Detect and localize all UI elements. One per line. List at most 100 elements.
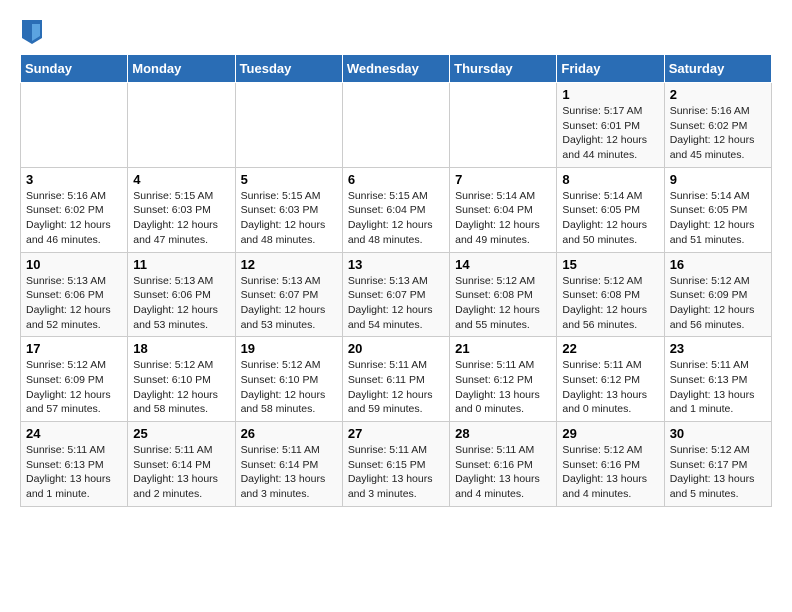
day-number: 2 xyxy=(670,87,766,102)
day-number: 21 xyxy=(455,341,551,356)
day-number: 27 xyxy=(348,426,444,441)
calendar-cell: 3 Sunrise: 5:16 AM Sunset: 6:02 PM Daylig… xyxy=(21,167,128,252)
calendar-header-monday: Monday xyxy=(128,55,235,83)
day-number: 8 xyxy=(562,172,658,187)
calendar-cell: 9 Sunrise: 5:14 AM Sunset: 6:05 PM Daylig… xyxy=(664,167,771,252)
day-info: Sunrise: 5:13 AM Sunset: 6:07 PM Dayligh… xyxy=(241,274,337,333)
calendar-header-row: SundayMondayTuesdayWednesdayThursdayFrid… xyxy=(21,55,772,83)
day-number: 5 xyxy=(241,172,337,187)
calendar-cell xyxy=(21,83,128,168)
day-info: Sunrise: 5:14 AM Sunset: 6:05 PM Dayligh… xyxy=(670,189,766,248)
calendar-cell: 30 Sunrise: 5:12 AM Sunset: 6:17 PM Dayli… xyxy=(664,422,771,507)
calendar-cell: 20 Sunrise: 5:11 AM Sunset: 6:11 PM Dayli… xyxy=(342,337,449,422)
calendar-header-tuesday: Tuesday xyxy=(235,55,342,83)
day-info: Sunrise: 5:12 AM Sunset: 6:09 PM Dayligh… xyxy=(670,274,766,333)
calendar-header-saturday: Saturday xyxy=(664,55,771,83)
calendar-cell: 6 Sunrise: 5:15 AM Sunset: 6:04 PM Daylig… xyxy=(342,167,449,252)
day-number: 11 xyxy=(133,257,229,272)
calendar-header-wednesday: Wednesday xyxy=(342,55,449,83)
day-info: Sunrise: 5:11 AM Sunset: 6:14 PM Dayligh… xyxy=(241,443,337,502)
day-info: Sunrise: 5:15 AM Sunset: 6:03 PM Dayligh… xyxy=(241,189,337,248)
day-number: 16 xyxy=(670,257,766,272)
calendar-cell: 15 Sunrise: 5:12 AM Sunset: 6:08 PM Dayli… xyxy=(557,252,664,337)
day-number: 23 xyxy=(670,341,766,356)
day-number: 14 xyxy=(455,257,551,272)
day-number: 20 xyxy=(348,341,444,356)
day-info: Sunrise: 5:12 AM Sunset: 6:08 PM Dayligh… xyxy=(562,274,658,333)
day-number: 17 xyxy=(26,341,122,356)
day-number: 6 xyxy=(348,172,444,187)
calendar-cell: 7 Sunrise: 5:14 AM Sunset: 6:04 PM Daylig… xyxy=(450,167,557,252)
day-number: 19 xyxy=(241,341,337,356)
calendar-cell: 17 Sunrise: 5:12 AM Sunset: 6:09 PM Dayli… xyxy=(21,337,128,422)
day-number: 15 xyxy=(562,257,658,272)
day-info: Sunrise: 5:16 AM Sunset: 6:02 PM Dayligh… xyxy=(26,189,122,248)
day-info: Sunrise: 5:14 AM Sunset: 6:04 PM Dayligh… xyxy=(455,189,551,248)
day-info: Sunrise: 5:16 AM Sunset: 6:02 PM Dayligh… xyxy=(670,104,766,163)
day-info: Sunrise: 5:12 AM Sunset: 6:17 PM Dayligh… xyxy=(670,443,766,502)
calendar-cell: 25 Sunrise: 5:11 AM Sunset: 6:14 PM Dayli… xyxy=(128,422,235,507)
calendar-cell xyxy=(235,83,342,168)
calendar-table: SundayMondayTuesdayWednesdayThursdayFrid… xyxy=(20,54,772,507)
day-number: 1 xyxy=(562,87,658,102)
calendar-cell: 18 Sunrise: 5:12 AM Sunset: 6:10 PM Dayli… xyxy=(128,337,235,422)
calendar-week-row: 10 Sunrise: 5:13 AM Sunset: 6:06 PM Dayli… xyxy=(21,252,772,337)
calendar-cell: 23 Sunrise: 5:11 AM Sunset: 6:13 PM Dayli… xyxy=(664,337,771,422)
calendar-cell: 10 Sunrise: 5:13 AM Sunset: 6:06 PM Dayli… xyxy=(21,252,128,337)
calendar-cell: 5 Sunrise: 5:15 AM Sunset: 6:03 PM Daylig… xyxy=(235,167,342,252)
day-info: Sunrise: 5:17 AM Sunset: 6:01 PM Dayligh… xyxy=(562,104,658,163)
calendar-week-row: 3 Sunrise: 5:16 AM Sunset: 6:02 PM Daylig… xyxy=(21,167,772,252)
day-info: Sunrise: 5:11 AM Sunset: 6:13 PM Dayligh… xyxy=(26,443,122,502)
day-info: Sunrise: 5:11 AM Sunset: 6:14 PM Dayligh… xyxy=(133,443,229,502)
calendar-cell: 1 Sunrise: 5:17 AM Sunset: 6:01 PM Daylig… xyxy=(557,83,664,168)
day-info: Sunrise: 5:12 AM Sunset: 6:08 PM Dayligh… xyxy=(455,274,551,333)
day-info: Sunrise: 5:11 AM Sunset: 6:16 PM Dayligh… xyxy=(455,443,551,502)
day-info: Sunrise: 5:15 AM Sunset: 6:03 PM Dayligh… xyxy=(133,189,229,248)
calendar-cell: 4 Sunrise: 5:15 AM Sunset: 6:03 PM Daylig… xyxy=(128,167,235,252)
calendar-cell xyxy=(342,83,449,168)
day-number: 12 xyxy=(241,257,337,272)
day-info: Sunrise: 5:11 AM Sunset: 6:12 PM Dayligh… xyxy=(562,358,658,417)
day-number: 22 xyxy=(562,341,658,356)
logo xyxy=(20,20,42,44)
day-number: 13 xyxy=(348,257,444,272)
calendar-cell: 24 Sunrise: 5:11 AM Sunset: 6:13 PM Dayli… xyxy=(21,422,128,507)
calendar-cell: 29Sunrise: 5:12 AM Sunset: 6:16 PM Dayli… xyxy=(557,422,664,507)
day-number: 29 xyxy=(562,426,658,441)
calendar-week-row: 17 Sunrise: 5:12 AM Sunset: 6:09 PM Dayli… xyxy=(21,337,772,422)
day-number: 3 xyxy=(26,172,122,187)
calendar-cell: 2 Sunrise: 5:16 AM Sunset: 6:02 PM Daylig… xyxy=(664,83,771,168)
calendar-cell: 27 Sunrise: 5:11 AM Sunset: 6:15 PM Dayli… xyxy=(342,422,449,507)
calendar-header-sunday: Sunday xyxy=(21,55,128,83)
calendar-header-thursday: Thursday xyxy=(450,55,557,83)
day-info: Sunrise: 5:11 AM Sunset: 6:15 PM Dayligh… xyxy=(348,443,444,502)
calendar-cell: 14 Sunrise: 5:12 AM Sunset: 6:08 PM Dayli… xyxy=(450,252,557,337)
calendar-cell: 19Sunrise: 5:12 AM Sunset: 6:10 PM Dayli… xyxy=(235,337,342,422)
day-info: Sunrise: 5:12 AM Sunset: 6:09 PM Dayligh… xyxy=(26,358,122,417)
calendar-week-row: 1 Sunrise: 5:17 AM Sunset: 6:01 PM Daylig… xyxy=(21,83,772,168)
day-info: Sunrise: 5:13 AM Sunset: 6:07 PM Dayligh… xyxy=(348,274,444,333)
day-number: 26 xyxy=(241,426,337,441)
calendar-header-friday: Friday xyxy=(557,55,664,83)
calendar-cell: 28 Sunrise: 5:11 AM Sunset: 6:16 PM Dayli… xyxy=(450,422,557,507)
logo-icon xyxy=(22,20,42,44)
day-info: Sunrise: 5:11 AM Sunset: 6:11 PM Dayligh… xyxy=(348,358,444,417)
calendar-cell xyxy=(450,83,557,168)
day-number: 25 xyxy=(133,426,229,441)
calendar-cell: 26 Sunrise: 5:11 AM Sunset: 6:14 PM Dayli… xyxy=(235,422,342,507)
day-number: 24 xyxy=(26,426,122,441)
day-number: 30 xyxy=(670,426,766,441)
day-number: 9 xyxy=(670,172,766,187)
calendar-cell: 22 Sunrise: 5:11 AM Sunset: 6:12 PM Dayli… xyxy=(557,337,664,422)
day-number: 18 xyxy=(133,341,229,356)
day-info: Sunrise: 5:13 AM Sunset: 6:06 PM Dayligh… xyxy=(133,274,229,333)
day-number: 7 xyxy=(455,172,551,187)
day-number: 10 xyxy=(26,257,122,272)
day-number: 4 xyxy=(133,172,229,187)
day-info: Sunrise: 5:15 AM Sunset: 6:04 PM Dayligh… xyxy=(348,189,444,248)
calendar-cell xyxy=(128,83,235,168)
day-number: 28 xyxy=(455,426,551,441)
day-info: Sunrise: 5:13 AM Sunset: 6:06 PM Dayligh… xyxy=(26,274,122,333)
day-info: Sunrise: 5:12 AM Sunset: 6:10 PM Dayligh… xyxy=(133,358,229,417)
day-info: Sunrise: 5:11 AM Sunset: 6:13 PM Dayligh… xyxy=(670,358,766,417)
